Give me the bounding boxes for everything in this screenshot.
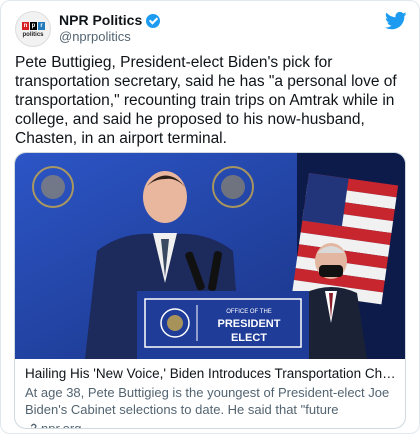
tweet-card[interactable]: n p r politics NPR Politics @nprpolitics…: [0, 0, 420, 434]
link-icon: [30, 423, 37, 428]
tweet-text: Pete Buttigieg, President-elect Biden's …: [15, 54, 397, 147]
link-domain-row[interactable]: npr.org: [25, 420, 397, 428]
npr-logo-letter: p: [30, 22, 37, 30]
podium-sign-line: PRESIDENT: [218, 318, 281, 330]
twitter-bird-icon[interactable]: [385, 11, 407, 31]
account-names: NPR Politics @nprpolitics: [59, 12, 161, 45]
display-name-row[interactable]: NPR Politics: [59, 12, 161, 29]
link-title[interactable]: Hailing His 'New Voice,' Biden Introduce…: [25, 365, 397, 382]
podium-sign-line: ELECT: [231, 332, 267, 344]
npr-logo: n p r: [22, 22, 45, 30]
npr-logo-letter: r: [38, 22, 45, 30]
link-preview-card[interactable]: OFFICE OF THE PRESIDENT ELECT Hailing Hi…: [14, 152, 406, 429]
link-domain[interactable]: npr.org: [41, 420, 81, 428]
link-description: At age 38, Pete Buttigieg is the younges…: [25, 385, 390, 417]
npr-logo-letter: n: [22, 22, 29, 30]
tweet-header: n p r politics NPR Politics @nprpolitics: [15, 11, 407, 47]
avatar[interactable]: n p r politics: [15, 11, 51, 47]
preview-photo: OFFICE OF THE PRESIDENT ELECT: [15, 153, 405, 359]
podium-sign-line: OFFICE OF THE: [226, 309, 272, 315]
display-name[interactable]: NPR Politics: [59, 12, 142, 29]
avatar-text: politics: [22, 32, 44, 38]
verified-badge-icon: [146, 13, 161, 28]
account-handle[interactable]: @nprpolitics: [59, 29, 160, 45]
link-meta: Hailing His 'New Voice,' Biden Introduce…: [25, 365, 397, 428]
